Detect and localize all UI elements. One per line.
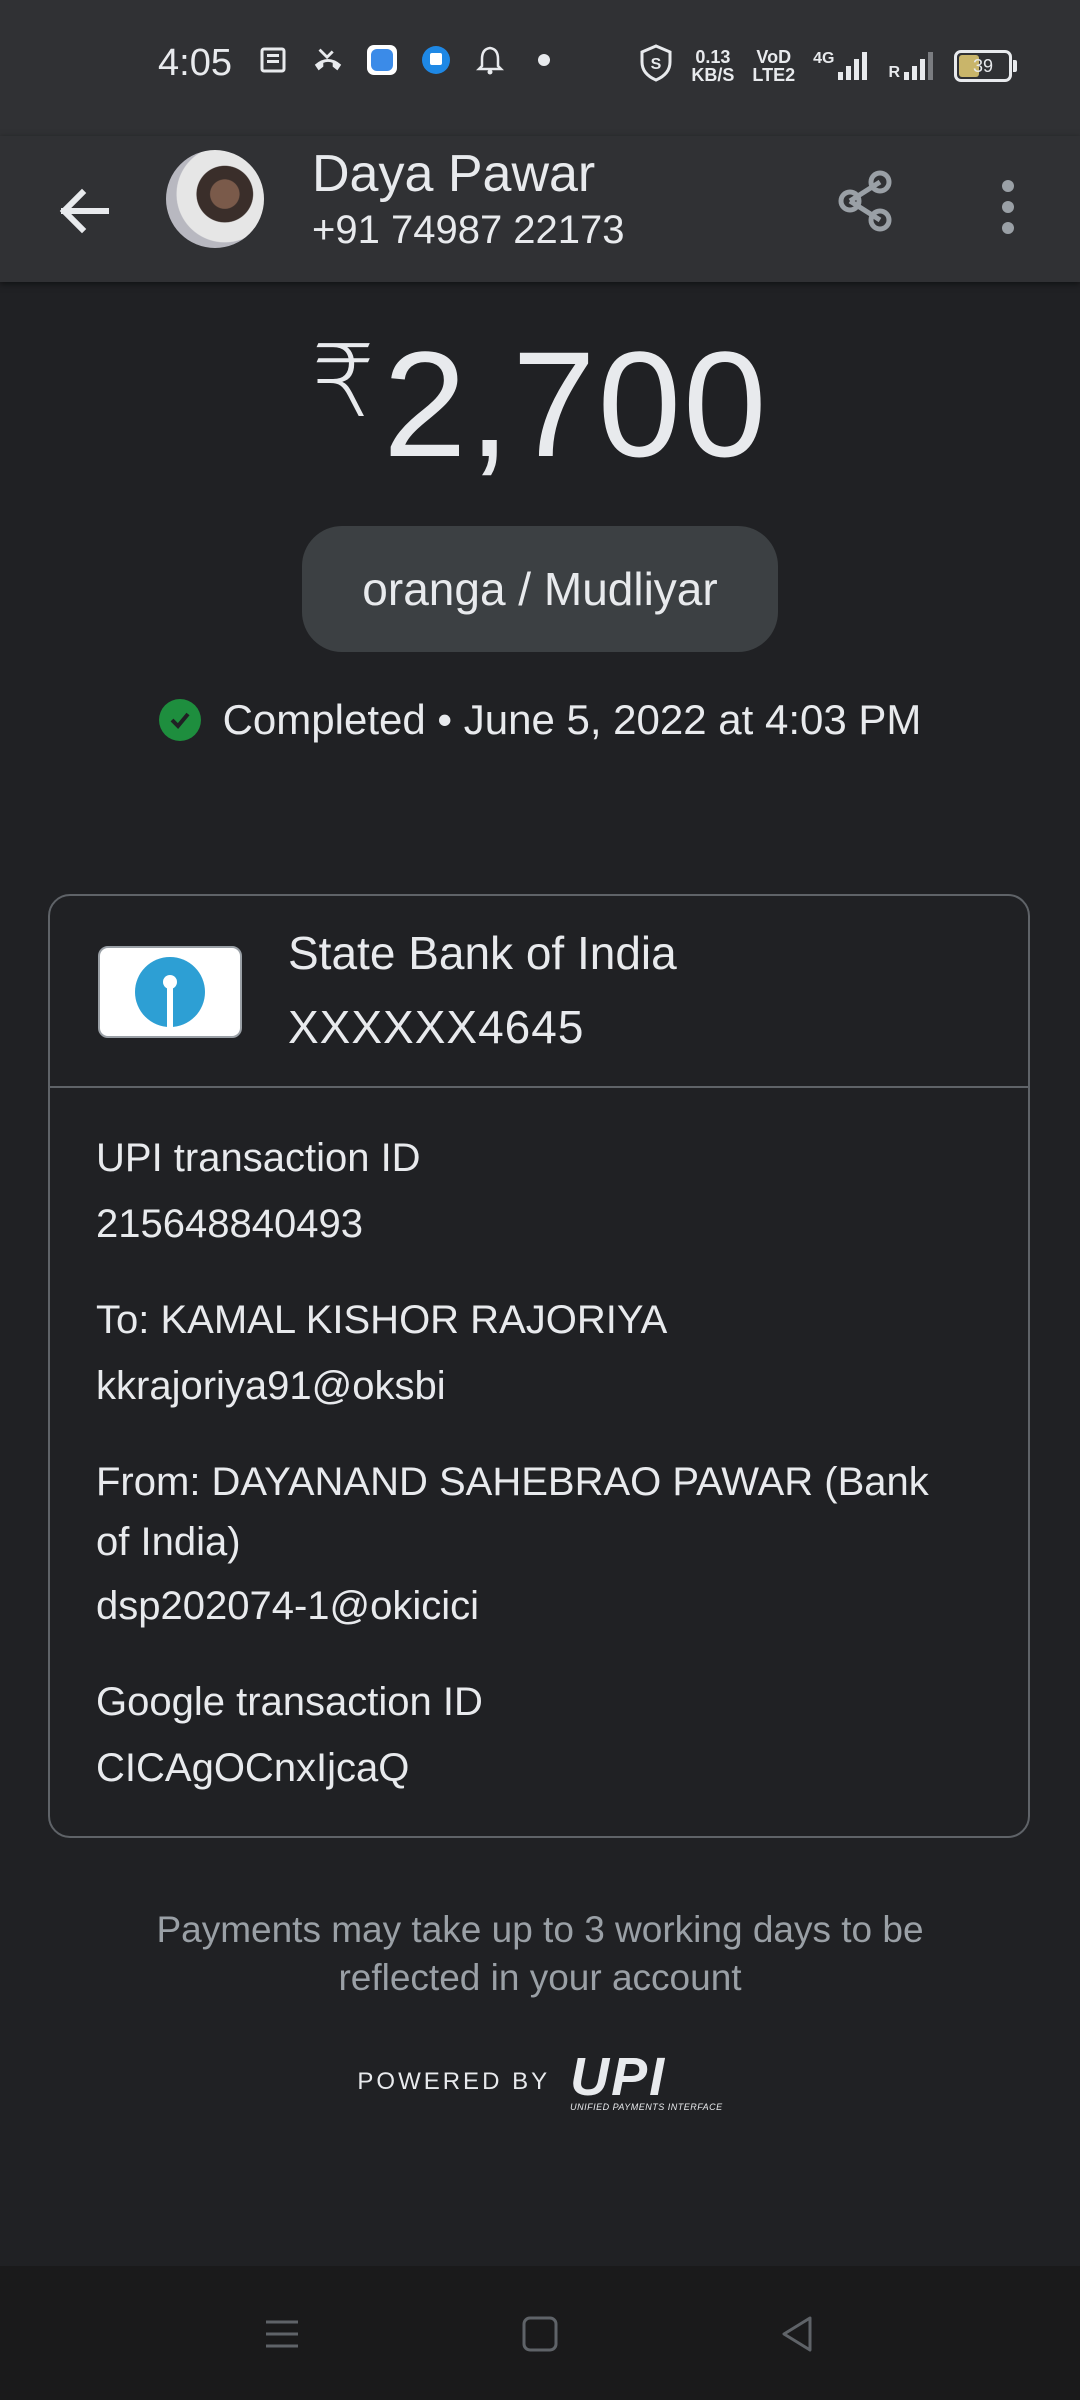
from-label-line-1: From: DAYANAND SAHEBRAO PAWAR (Bank bbox=[96, 1460, 929, 1504]
menu-icon bbox=[266, 2320, 298, 2348]
home-button[interactable] bbox=[512, 2306, 568, 2362]
share-icon bbox=[838, 170, 892, 232]
from-label-line-2: of India) bbox=[96, 1520, 241, 1564]
upi-logo-icon: UPI UNIFIED PAYMENTS INTERFACE bbox=[570, 2047, 723, 2112]
share-button[interactable] bbox=[830, 166, 900, 236]
to-label: To: KAMAL KISHOR RAJORIYA bbox=[96, 1298, 668, 1342]
app-bar: Daya Pawar +91 74987 22173 bbox=[0, 136, 1080, 282]
bus-app-icon bbox=[420, 44, 452, 76]
signal-roaming-icon: R bbox=[888, 50, 936, 82]
volte-top: VoD bbox=[756, 46, 792, 67]
recents-button[interactable] bbox=[254, 2306, 310, 2362]
news-icon bbox=[258, 44, 290, 76]
network-type: 4G bbox=[813, 49, 835, 67]
status-time: 4:05 bbox=[158, 42, 232, 84]
google-transaction-id-value: CICAgOCnxIjcaQ bbox=[96, 1746, 410, 1790]
network-speed-value: 0.13 bbox=[695, 46, 731, 67]
system-icons: S 0.13 KB/S VoD LTE2 4G R 39 bbox=[639, 44, 1017, 87]
network-speed: 0.13 KB/S bbox=[691, 48, 734, 84]
back-button[interactable] bbox=[50, 176, 120, 246]
volte-indicator: VoD LTE2 bbox=[752, 48, 795, 84]
svg-text:S: S bbox=[651, 56, 662, 73]
from-upi-id: dsp202074-1@okicici bbox=[96, 1584, 480, 1628]
back-triangle-icon bbox=[782, 2316, 812, 2352]
powered-by-label: POWERED BY bbox=[357, 2068, 551, 2095]
transaction-details-card: State Bank of India XXXXXX4645 UPI trans… bbox=[48, 894, 1030, 1838]
app-notification-icon bbox=[366, 44, 398, 76]
bell-icon bbox=[474, 44, 506, 76]
google-transaction-id-label: Google transaction ID bbox=[96, 1680, 483, 1724]
payment-note: oranga / Mudliyar bbox=[362, 563, 718, 615]
bank-name: State Bank of India bbox=[288, 927, 677, 979]
shield-icon: S bbox=[639, 44, 673, 87]
powered-by-upi: POWERED BY UPI UNIFIED PAYMENTS INTERFAC… bbox=[0, 2047, 1080, 2112]
more-notifications-dot-icon bbox=[528, 44, 560, 76]
sbi-logo-icon bbox=[98, 946, 242, 1038]
upi-transaction-id-value: 215648840493 bbox=[96, 1202, 363, 1246]
more-options-button[interactable] bbox=[990, 172, 1026, 242]
currency-symbol: ₹ bbox=[311, 326, 378, 438]
home-square-icon bbox=[522, 2316, 558, 2352]
missed-call-icon bbox=[312, 44, 344, 76]
status-text: Completed • June 5, 2022 at 4:03 PM bbox=[222, 696, 922, 743]
back-nav-button[interactable] bbox=[770, 2306, 826, 2362]
upi-logo-text: UPI bbox=[570, 2047, 667, 2107]
back-arrow-icon bbox=[59, 188, 109, 234]
contact-phone: +91 74987 22173 bbox=[312, 208, 625, 252]
bank-account-number: XXXXXX4645 bbox=[288, 1001, 585, 1053]
upi-logo-subtitle: UNIFIED PAYMENTS INTERFACE bbox=[570, 2102, 723, 2112]
bank-account-row: State Bank of India XXXXXX4645 bbox=[50, 896, 1028, 1088]
volte-bottom: LTE2 bbox=[752, 64, 796, 85]
signal-4g-icon: 4G bbox=[813, 50, 870, 82]
to-upi-id: kkrajoriya91@oksbi bbox=[96, 1364, 446, 1408]
notification-icons bbox=[258, 44, 560, 76]
system-navigation-bar bbox=[0, 2266, 1080, 2400]
network-speed-unit: KB/S bbox=[691, 64, 735, 85]
check-circle-icon bbox=[158, 699, 201, 741]
status-bar: 4:05 S 0.13 KB/S VoD LTE2 4G R 39 bbox=[0, 0, 1080, 136]
battery-level: 39 bbox=[972, 55, 994, 76]
upi-transaction-id-label: UPI transaction ID bbox=[96, 1136, 421, 1180]
amount-value: 2,700 bbox=[383, 320, 769, 488]
payment-note-chip: oranga / Mudliyar bbox=[302, 526, 778, 652]
payment-status: Completed • June 5, 2022 at 4:03 PM bbox=[0, 696, 1080, 744]
contact-name: Daya Pawar bbox=[312, 145, 596, 203]
battery-icon: 39 bbox=[954, 49, 1017, 82]
avatar[interactable] bbox=[166, 150, 264, 248]
payment-amount: ₹2,700 bbox=[0, 318, 1080, 491]
roaming-label: R bbox=[888, 63, 900, 81]
settlement-note: Payments may take up to 3 working days t… bbox=[156, 1909, 924, 1998]
more-vert-icon bbox=[1002, 180, 1014, 234]
